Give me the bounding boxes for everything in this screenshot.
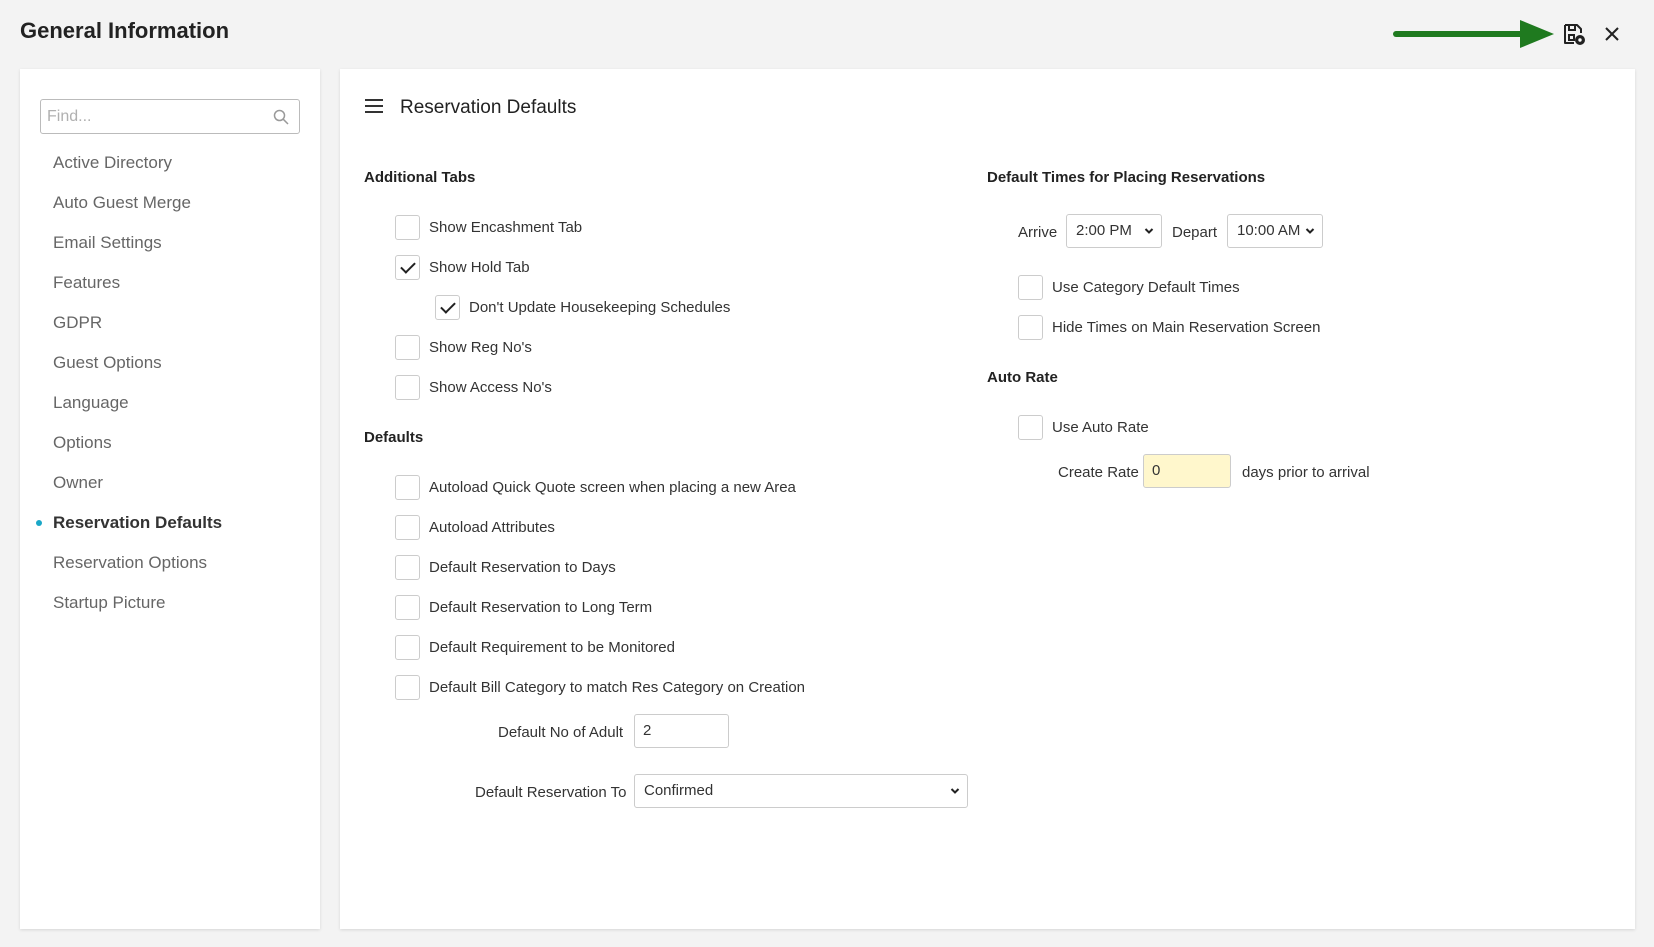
sidebar-item-options[interactable]: Options (20, 423, 320, 463)
search-box (40, 99, 300, 134)
default-res-days-checkbox[interactable] (395, 554, 420, 580)
sidebar-item-language[interactable]: Language (20, 383, 320, 423)
close-button[interactable] (1598, 20, 1626, 48)
sidebar-item-startup-picture[interactable]: Startup Picture (20, 583, 320, 623)
show-reg-nos-row: Show Reg No's (395, 334, 532, 360)
main-panel: Reservation Defaults Additional Tabs Sho… (340, 69, 1635, 929)
autoload-attributes-checkbox[interactable] (395, 514, 420, 540)
search-input[interactable] (47, 100, 267, 133)
arrow-indicator (1393, 20, 1554, 48)
default-res-long-term-row: Default Reservation to Long Term (395, 594, 652, 620)
sidebar-item-gdpr[interactable]: GDPR (20, 303, 320, 343)
depart-label: Depart (1172, 224, 1218, 241)
save-button[interactable] (1560, 20, 1588, 48)
default-bill-category-row: Default Bill Category to match Res Categ… (395, 674, 805, 700)
show-access-nos-row: Show Access No's (395, 374, 552, 400)
menu-icon[interactable] (365, 99, 383, 115)
sidebar-item-auto-guest-merge[interactable]: Auto Guest Merge (20, 183, 320, 223)
create-rate-input[interactable]: 0 (1143, 454, 1231, 488)
arrive-label: Arrive (1018, 224, 1058, 241)
sidebar-item-owner[interactable]: Owner (20, 463, 320, 503)
sidebar-item-features[interactable]: Features (20, 263, 320, 303)
show-encashment-tab-row: Show Encashment Tab (395, 214, 582, 240)
search-icon[interactable] (273, 109, 289, 125)
default-res-days-row: Default Reservation to Days (395, 554, 616, 580)
default-no-of-adult-label: Default No of Adult (498, 724, 624, 741)
chevron-down-icon (1144, 228, 1154, 234)
show-encashment-tab-checkbox[interactable] (395, 214, 420, 240)
show-reg-nos-checkbox[interactable] (395, 334, 420, 360)
auto-rate-heading: Auto Rate (987, 369, 1058, 386)
chevron-down-icon (950, 788, 960, 794)
create-rate-label: Create Rate (1058, 464, 1139, 481)
arrive-time-select[interactable]: 2:00 PM (1066, 214, 1162, 248)
default-reservation-to-label: Default Reservation To (475, 784, 627, 801)
sidebar-item-active-directory[interactable]: Active Directory (20, 143, 320, 183)
show-access-nos-checkbox[interactable] (395, 374, 420, 400)
hide-times-main-screen-checkbox[interactable] (1018, 314, 1043, 340)
default-requirement-monitored-row: Default Requirement to be Monitored (395, 634, 675, 660)
panel-title: Reservation Defaults (400, 97, 577, 118)
nav-list: Active Directory Auto Guest Merge Email … (20, 143, 320, 623)
sidebar: Active Directory Auto Guest Merge Email … (20, 69, 320, 929)
sidebar-item-guest-options[interactable]: Guest Options (20, 343, 320, 383)
sidebar-item-reservation-options[interactable]: Reservation Options (20, 543, 320, 583)
chevron-down-icon (1305, 228, 1315, 234)
page-title: General Information (20, 18, 230, 43)
sidebar-item-reservation-defaults[interactable]: Reservation Defaults (20, 503, 320, 543)
default-no-of-adult-input[interactable]: 2 (634, 714, 729, 748)
default-requirement-monitored-checkbox[interactable] (395, 634, 420, 660)
default-bill-category-checkbox[interactable] (395, 674, 420, 700)
defaults-heading: Defaults (364, 429, 424, 446)
use-auto-rate-row: Use Auto Rate (1018, 414, 1149, 440)
autoload-attributes-row: Autoload Attributes (395, 514, 555, 540)
sidebar-item-email-settings[interactable]: Email Settings (20, 223, 320, 263)
depart-time-select[interactable]: 10:00 AM (1227, 214, 1323, 248)
default-times-heading: Default Times for Placing Reservations (987, 169, 1266, 186)
days-prior-label: days prior to arrival (1242, 464, 1370, 481)
additional-tabs-heading: Additional Tabs (364, 169, 476, 186)
default-reservation-to-select[interactable]: Confirmed (634, 774, 968, 808)
autoload-quick-quote-row: Autoload Quick Quote screen when placing… (395, 474, 796, 500)
save-settings-icon (1564, 24, 1585, 45)
dont-update-housekeeping-row: Don't Update Housekeeping Schedules (435, 294, 730, 320)
dont-update-housekeeping-checkbox[interactable] (435, 294, 460, 320)
use-auto-rate-checkbox[interactable] (1018, 414, 1043, 440)
show-hold-tab-row: Show Hold Tab (395, 254, 530, 280)
active-indicator-dot (36, 520, 42, 526)
show-hold-tab-checkbox[interactable] (395, 254, 420, 280)
close-icon (1605, 27, 1619, 41)
default-res-long-term-checkbox[interactable] (395, 594, 420, 620)
use-category-default-times-checkbox[interactable] (1018, 274, 1043, 300)
autoload-quick-quote-checkbox[interactable] (395, 474, 420, 500)
hide-times-main-screen-row: Hide Times on Main Reservation Screen (1018, 314, 1320, 340)
use-category-default-times-row: Use Category Default Times (1018, 274, 1240, 300)
